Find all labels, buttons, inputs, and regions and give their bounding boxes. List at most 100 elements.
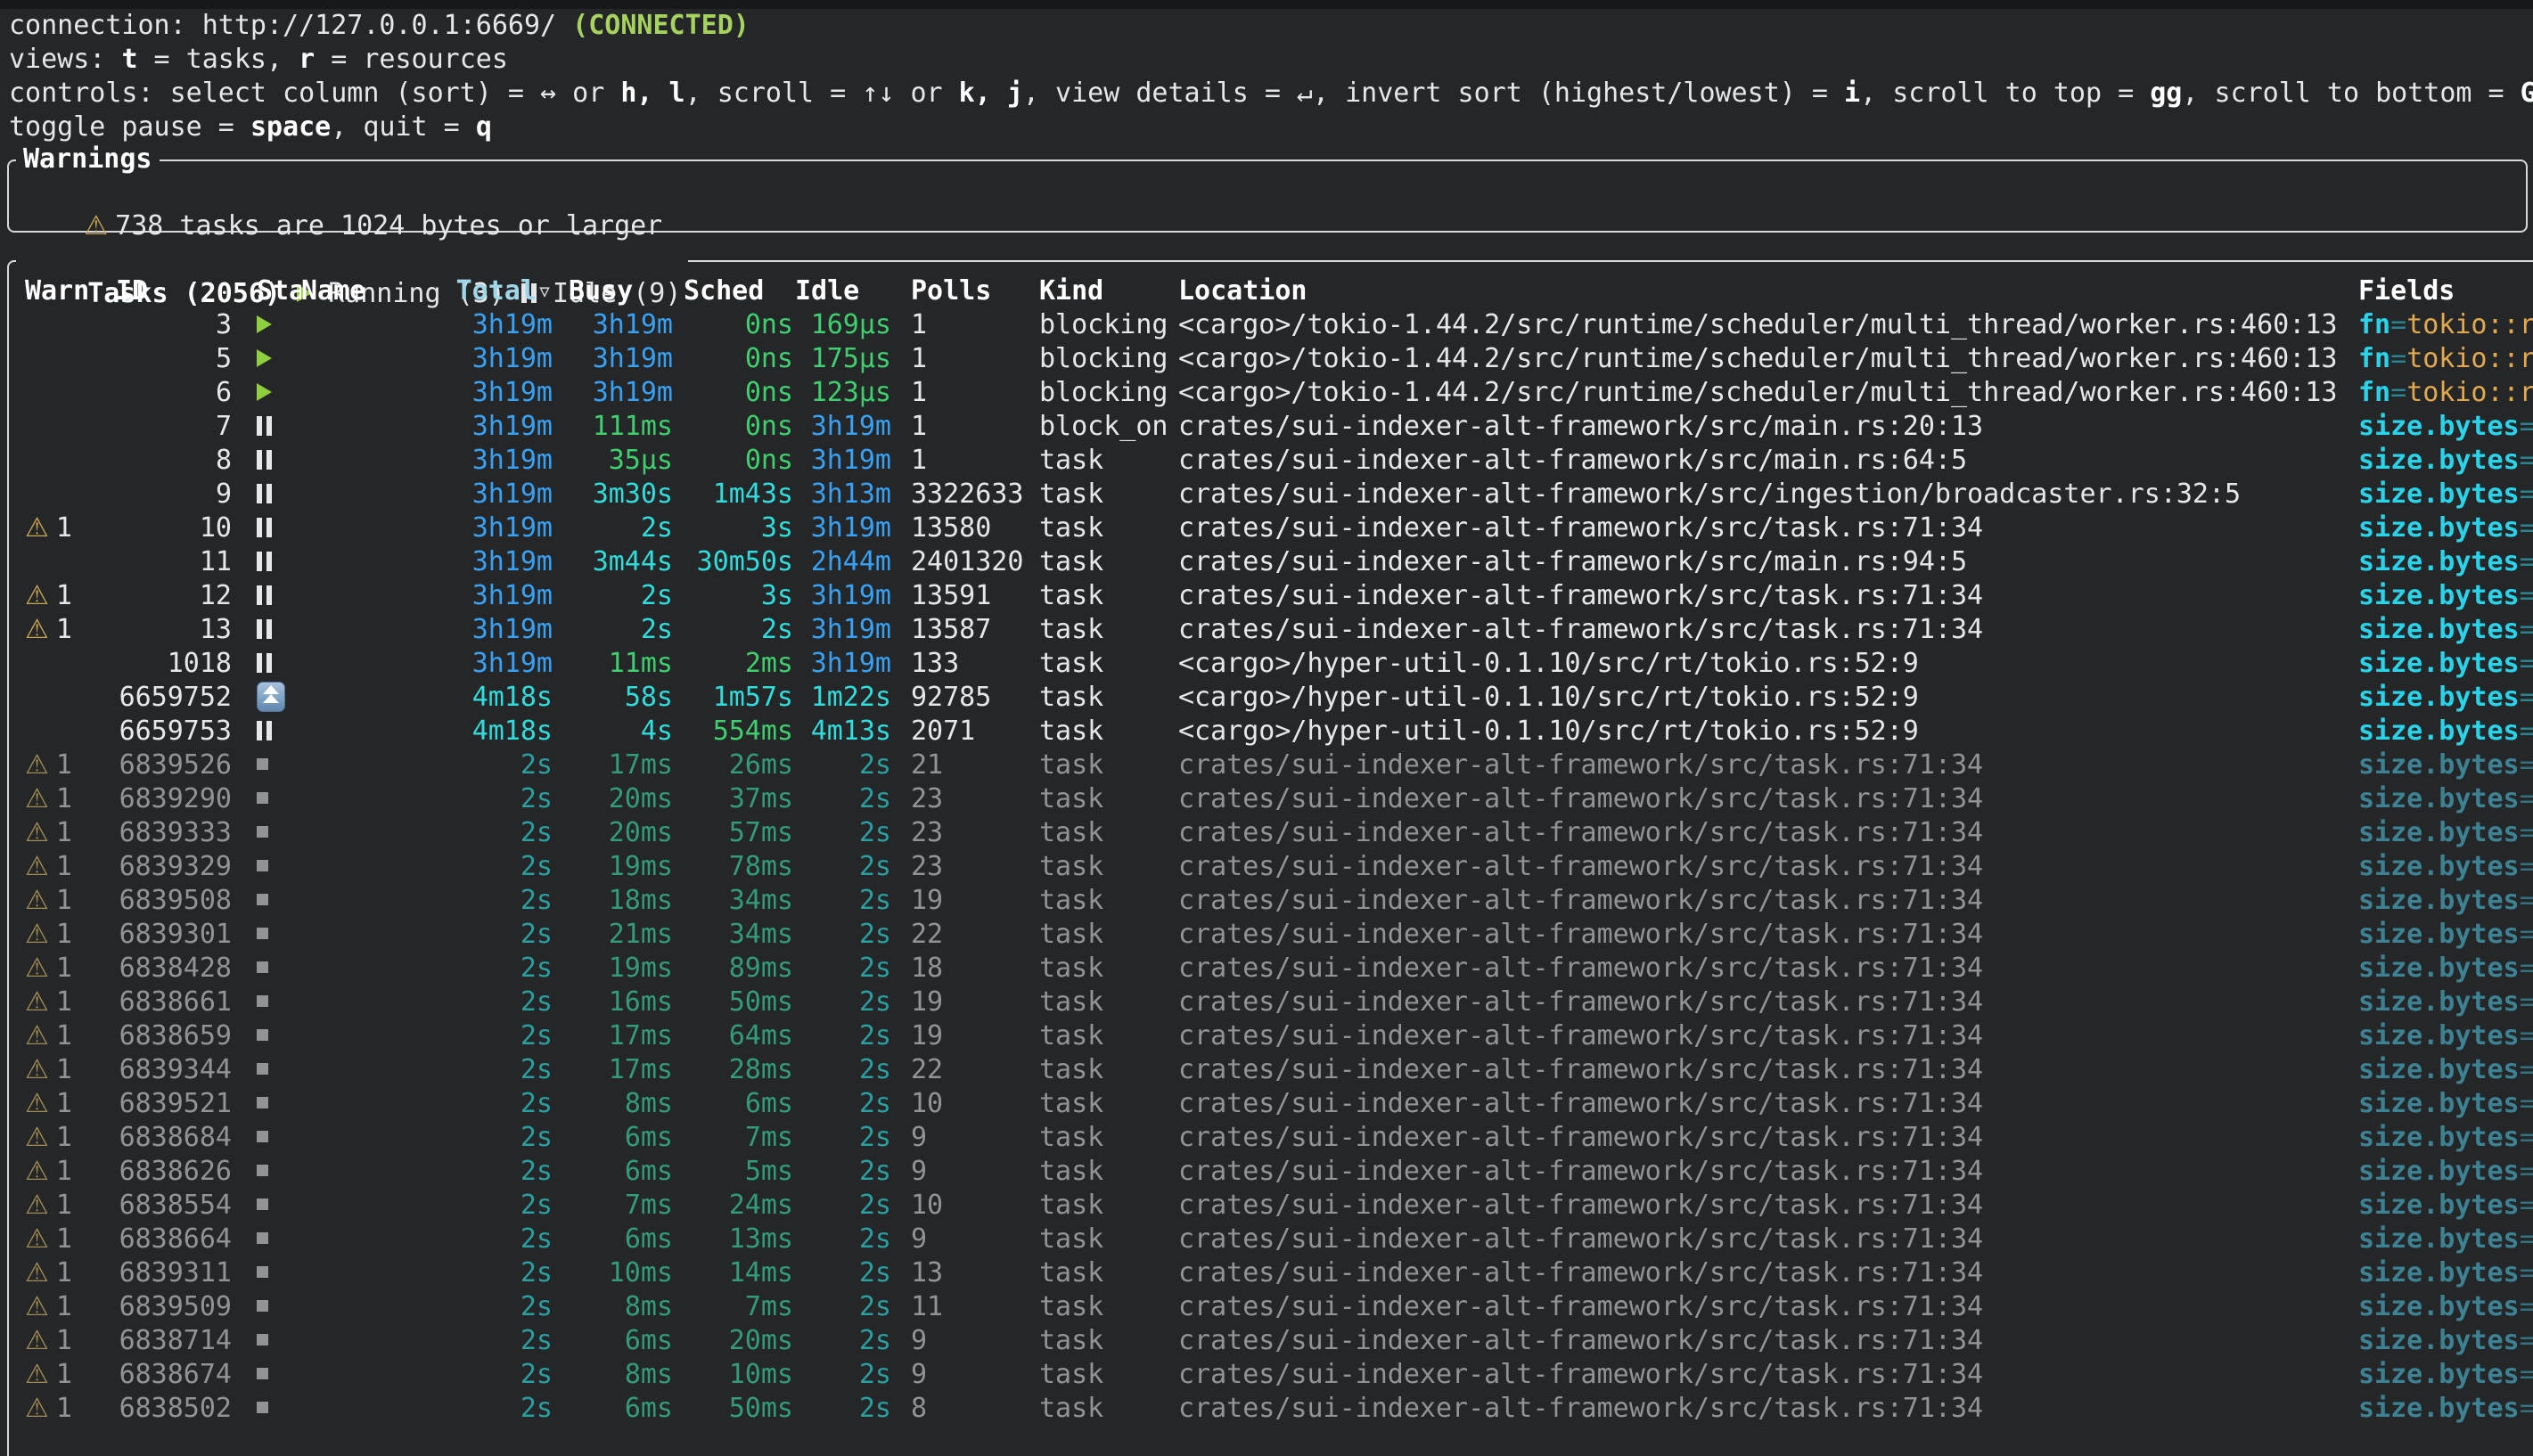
task-row[interactable]: ⚠168387142s6ms20ms2s9taskcrates/sui-inde… (9, 1324, 2533, 1358)
col-header-kind[interactable]: Kind (1023, 274, 1169, 308)
task-row[interactable]: ⚠168393442s17ms28ms2s22taskcrates/sui-in… (9, 1053, 2533, 1087)
task-row[interactable]: ⚠168385022s6ms50ms2s8taskcrates/sui-inde… (9, 1392, 2533, 1426)
task-row[interactable]: ⚠168386842s6ms7ms2s9taskcrates/sui-index… (9, 1121, 2533, 1155)
field-value: tokio::r (2406, 309, 2533, 340)
warn-count: 1 (56, 986, 72, 1018)
col-header-total[interactable]: Total▿ (435, 274, 553, 308)
busy-value: 6ms (625, 1325, 673, 1356)
col-header-state[interactable]: State (232, 274, 301, 308)
col-header-idle[interactable]: Idle (793, 274, 891, 308)
task-row[interactable]: 93h19m3m30s1m43s3h13m3322633taskcrates/s… (9, 478, 2533, 511)
field-value: tokio::r (2406, 343, 2533, 374)
name-cell (301, 952, 435, 986)
sched-cell: 89ms (673, 952, 793, 986)
task-row[interactable]: ⚠168393112s10ms14ms2s13taskcrates/sui-in… (9, 1256, 2533, 1290)
busy-cell: 19ms (553, 850, 673, 884)
task-row[interactable]: 53h19m3h19m0ns175µs1blocking<cargo>/toki… (9, 342, 2533, 376)
task-row[interactable]: ⚠168384282s19ms89ms2s18taskcrates/sui-in… (9, 952, 2533, 986)
fields-cell: size.bytes= (2358, 444, 2533, 478)
state-cell (232, 1256, 301, 1290)
task-row[interactable]: ⚠168386592s17ms64ms2s19taskcrates/sui-in… (9, 1019, 2533, 1053)
field-key: size.bytes (2358, 1122, 2520, 1153)
task-row[interactable]: 63h19m3h19m0ns123µs1blocking<cargo>/toki… (9, 376, 2533, 410)
total-value: 2s (521, 1190, 553, 1221)
status-text: space (250, 111, 331, 143)
task-row[interactable]: 33h19m3h19m0ns169µs1blocking<cargo>/toki… (9, 308, 2533, 342)
task-row[interactable]: ⚠168395212s8ms6ms2s10taskcrates/sui-inde… (9, 1087, 2533, 1121)
warn-cell: ⚠1 (9, 1189, 105, 1223)
field-equals: = (2520, 919, 2533, 950)
task-row[interactable]: ⚠168386262s6ms5ms2s9taskcrates/sui-index… (9, 1155, 2533, 1189)
task-row[interactable]: ⚠168385542s7ms24ms2s10taskcrates/sui-ind… (9, 1189, 2533, 1223)
polls-cell: 23 (891, 816, 1023, 850)
busy-value: 58s (625, 682, 673, 713)
location-cell: crates/sui-indexer-alt-framework/src/mai… (1169, 444, 2358, 478)
state-cell (232, 715, 301, 748)
col-header-busy[interactable]: Busy (553, 274, 673, 308)
col-header-polls[interactable]: Polls (891, 274, 1023, 308)
col-header-sched[interactable]: Sched (673, 274, 793, 308)
task-row[interactable]: ⚠168386642s6ms13ms2s9taskcrates/sui-inde… (9, 1223, 2533, 1256)
task-row[interactable]: 10183h19m11ms2ms3h19m133task<cargo>/hype… (9, 647, 2533, 681)
col-header-id[interactable]: ID (105, 274, 232, 308)
state-cell (232, 545, 301, 579)
busy-value: 10ms (609, 1257, 673, 1288)
task-row[interactable]: ⚠1103h19m2s3s3h19m13580taskcrates/sui-in… (9, 511, 2533, 545)
warn-count: 1 (56, 614, 72, 645)
name-cell (301, 1189, 435, 1223)
task-row[interactable]: ⚠168393292s19ms78ms2s23taskcrates/sui-in… (9, 850, 2533, 884)
location-cell: crates/sui-indexer-alt-framework/src/tas… (1169, 1155, 2358, 1189)
total-value: 2s (521, 919, 553, 950)
name-cell (301, 1358, 435, 1392)
sched-value: 10ms (729, 1359, 793, 1390)
name-cell (301, 782, 435, 816)
name-cell (301, 715, 435, 748)
stopped-icon (257, 826, 268, 838)
task-row[interactable]: 113h19m3m44s30m50s2h44m2401320taskcrates… (9, 545, 2533, 579)
kind-cell: task (1023, 850, 1169, 884)
task-row[interactable]: ⚠1123h19m2s3s3h19m13591taskcrates/sui-in… (9, 579, 2533, 613)
busy-cell: 3h19m (553, 342, 673, 376)
task-row[interactable]: ⚠168393012s21ms34ms2s22taskcrates/sui-in… (9, 918, 2533, 952)
task-row[interactable]: ⚠168395082s18ms34ms2s19taskcrates/sui-in… (9, 884, 2533, 918)
state-cell (232, 647, 301, 681)
col-header-warn[interactable]: Warn (9, 274, 105, 308)
idle-cell: 2s (793, 918, 891, 952)
state-cell (232, 376, 301, 410)
task-row[interactable]: 66597534m18s4s554ms4m13s2071task<cargo>/… (9, 715, 2533, 748)
warn-cell: ⚠1 (9, 782, 105, 816)
task-row[interactable]: 83h19m35µs0ns3h19m1taskcrates/sui-indexe… (9, 444, 2533, 478)
col-header-location[interactable]: Location (1169, 274, 2358, 308)
warning-icon: ⚠ (25, 1257, 49, 1288)
task-row[interactable]: ⚠168395262s17ms26ms2s21taskcrates/sui-in… (9, 748, 2533, 782)
busy-value: 11ms (609, 648, 673, 679)
total-cell: 2s (435, 1053, 553, 1087)
total-value: 2s (521, 1223, 553, 1255)
field-equals: = (2520, 1054, 2533, 1085)
task-row[interactable]: ⚠1133h19m2s2s3h19m13587taskcrates/sui-in… (9, 613, 2533, 647)
sched-cell: 28ms (673, 1053, 793, 1087)
task-id-cell: 6839509 (105, 1290, 232, 1324)
task-row[interactable]: ⚠168393332s20ms57ms2s23taskcrates/sui-in… (9, 816, 2533, 850)
task-row[interactable]: ⚠168386742s8ms10ms2s9taskcrates/sui-inde… (9, 1358, 2533, 1392)
idle-cell: 2s (793, 1223, 891, 1256)
col-header-fields[interactable]: Fields (2358, 274, 2533, 308)
sched-value: 78ms (729, 851, 793, 882)
field-equals: = (2520, 953, 2533, 984)
total-cell: 2s (435, 850, 553, 884)
col-header-name[interactable]: Name (301, 274, 435, 308)
state-cell (232, 410, 301, 444)
idle-value: 2s (859, 1156, 891, 1187)
task-row[interactable]: 73h19m111ms0ns3h19m1block_oncrates/sui-i… (9, 410, 2533, 444)
busy-cell: 58s (553, 681, 673, 715)
task-row[interactable]: ⚠168386612s16ms50ms2s19taskcrates/sui-in… (9, 986, 2533, 1019)
field-equals: = (2520, 1020, 2533, 1051)
status-text: q (476, 111, 492, 143)
task-row[interactable]: ⚠168392902s20ms37ms2s23taskcrates/sui-in… (9, 782, 2533, 816)
total-value: 2s (521, 885, 553, 916)
field-equals: = (2520, 783, 2533, 814)
task-row[interactable]: ⚠168395092s8ms7ms2s11taskcrates/sui-inde… (9, 1290, 2533, 1324)
busy-cell: 3h19m (553, 376, 673, 410)
task-row[interactable]: 66597524m18s58s1m57s1m22s92785task<cargo… (9, 681, 2533, 715)
total-value: 2s (521, 1393, 553, 1424)
